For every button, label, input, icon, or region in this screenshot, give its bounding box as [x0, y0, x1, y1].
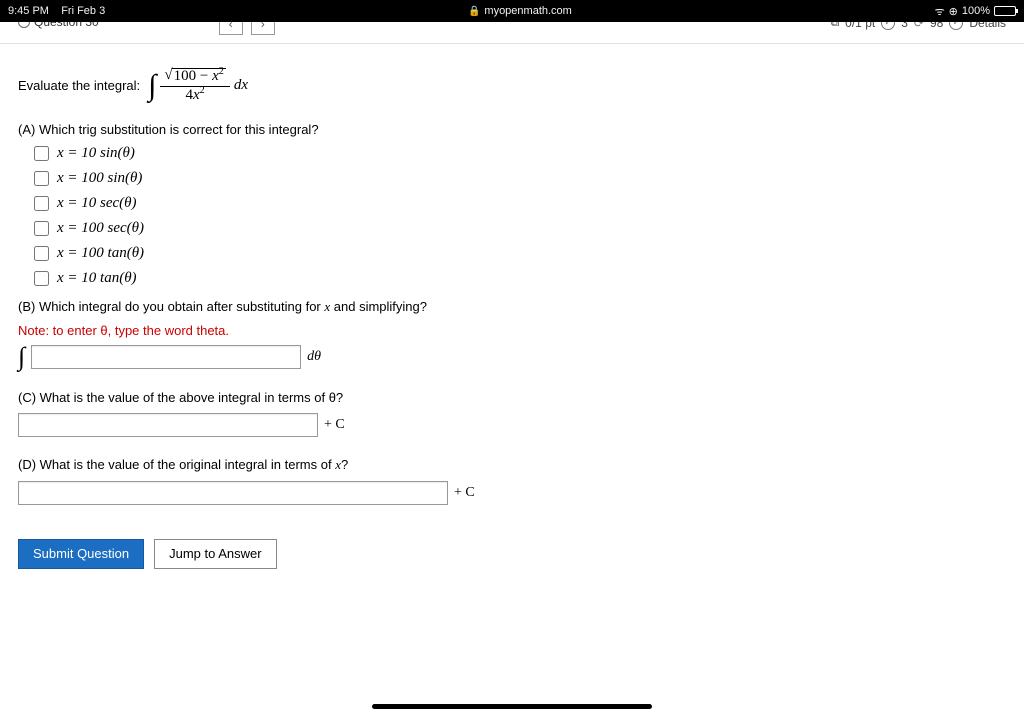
browser-domain: myopenmath.com [484, 5, 571, 17]
choice-5-label: x = 10 tan(θ) [57, 270, 137, 287]
choice-0-checkbox[interactable] [34, 146, 49, 161]
sqrt-term-b-exp: 2 [219, 66, 224, 77]
choice-4-label: x = 100 tan(θ) [57, 245, 144, 262]
retry-icon: ⟳ [914, 22, 924, 30]
part-c-input[interactable] [18, 413, 318, 437]
den-base: x [193, 87, 200, 103]
points-label: 0/1 pt [845, 22, 875, 30]
battery-icon [994, 6, 1016, 16]
dx-label: dx [234, 77, 248, 94]
nav-next-button[interactable]: › [251, 22, 275, 35]
details-check-icon: ✓ [949, 22, 963, 30]
part-c-input-row: + C [18, 413, 1006, 437]
den-coeff: 4 [185, 87, 193, 103]
question-status-dot-icon [18, 22, 30, 28]
integral-prompt: Evaluate the integral: ∫ √ 100 − x2 4x2 [18, 68, 1006, 104]
choice-3-checkbox[interactable] [34, 221, 49, 236]
part-d-input-row: + C [18, 481, 1006, 505]
choice-4-checkbox[interactable] [34, 246, 49, 261]
integrand-fraction: √ 100 − x2 4x2 [160, 68, 229, 104]
prompt-lead-text: Evaluate the integral: [18, 78, 140, 93]
status-time-date: 9:45 PM Fri Feb 3 [8, 5, 105, 17]
integral-sign-icon: ∫ [148, 69, 156, 103]
choice-3-label: x = 100 sec(θ) [57, 220, 144, 237]
choice-1-checkbox[interactable] [34, 171, 49, 186]
part-b-integral-icon: ∫ [18, 344, 25, 370]
choice-0-label: x = 10 sin(θ) [57, 145, 135, 162]
part-b-note: Note: to enter θ, type the word theta. [18, 323, 1006, 338]
sqrt-term-b-base: x [212, 68, 219, 84]
part-d-label: (D) What is the value of the original in… [18, 457, 1006, 473]
choice-1-label: x = 100 sin(θ) [57, 170, 142, 187]
status-date: Fri Feb 3 [61, 5, 105, 17]
choice-0[interactable]: x = 10 sin(θ) [34, 145, 1006, 162]
home-indicator[interactable] [372, 704, 652, 709]
part-b-suffix: dθ [307, 349, 321, 365]
battery-percent: 100% [962, 5, 990, 17]
sqrt-term-a: 100 [174, 68, 197, 84]
question-number-label: Question 30 [34, 22, 99, 29]
part-a-choices: x = 10 sin(θ) x = 100 sin(θ) x = 10 sec(… [34, 145, 1006, 287]
new-window-icon: ⧉ [831, 22, 840, 30]
question-content: Evaluate the integral: ∫ √ 100 − x2 4x2 [0, 44, 1024, 569]
details-link[interactable]: Details [969, 22, 1006, 30]
action-buttons: Submit Question Jump to Answer [18, 539, 1006, 569]
check-circle-icon: ✓ [881, 22, 895, 30]
part-b-input-row: ∫ dθ [18, 344, 1006, 370]
part-b-input[interactable] [31, 345, 301, 369]
lock-icon: 🔒 [468, 6, 480, 17]
choice-2-checkbox[interactable] [34, 196, 49, 211]
part-b-label-1: (B) Which integral do you obtain after s… [18, 299, 324, 314]
status-time: 9:45 PM [8, 5, 49, 17]
part-d-label-1: (D) What is the value of the original in… [18, 457, 335, 472]
choice-4[interactable]: x = 100 tan(θ) [34, 245, 1006, 262]
retries-label: 98 [930, 22, 943, 30]
part-d-input[interactable] [18, 481, 448, 505]
choice-5[interactable]: x = 10 tan(θ) [34, 270, 1006, 287]
device-status-bar: 9:45 PM Fri Feb 3 🔒 myopenmath.com ᯤ ⊕ 1… [0, 0, 1024, 22]
part-d-suffix: + C [454, 485, 475, 501]
submit-question-button[interactable]: Submit Question [18, 539, 144, 569]
part-a-label: (A) Which trig substitution is correct f… [18, 122, 1006, 137]
part-b-label-2: and simplifying? [330, 299, 427, 314]
jump-to-answer-button[interactable]: Jump to Answer [154, 539, 277, 569]
nav-prev-button[interactable]: ‹ [219, 22, 243, 35]
part-c-label: (C) What is the value of the above integ… [18, 390, 1006, 405]
orientation-lock-icon: ⊕ [949, 5, 958, 18]
attempts-label: 3 [901, 22, 908, 30]
choice-3[interactable]: x = 100 sec(θ) [34, 220, 1006, 237]
choice-1[interactable]: x = 100 sin(θ) [34, 170, 1006, 187]
wifi-icon: ᯤ [935, 4, 945, 19]
choice-2-label: x = 10 sec(θ) [57, 195, 137, 212]
part-d-label-2: ? [341, 457, 348, 472]
part-c-suffix: + C [324, 417, 345, 433]
choice-2[interactable]: x = 10 sec(θ) [34, 195, 1006, 212]
choice-5-checkbox[interactable] [34, 271, 49, 286]
question-header-partial: Question 30 ‹ › ⧉ 0/1 pt ✓ 3 ⟳ 98 ✓ Deta… [0, 22, 1024, 44]
part-b-label: (B) Which integral do you obtain after s… [18, 299, 1006, 315]
den-exp: 2 [200, 85, 205, 96]
sqrt-minus: − [196, 68, 212, 84]
